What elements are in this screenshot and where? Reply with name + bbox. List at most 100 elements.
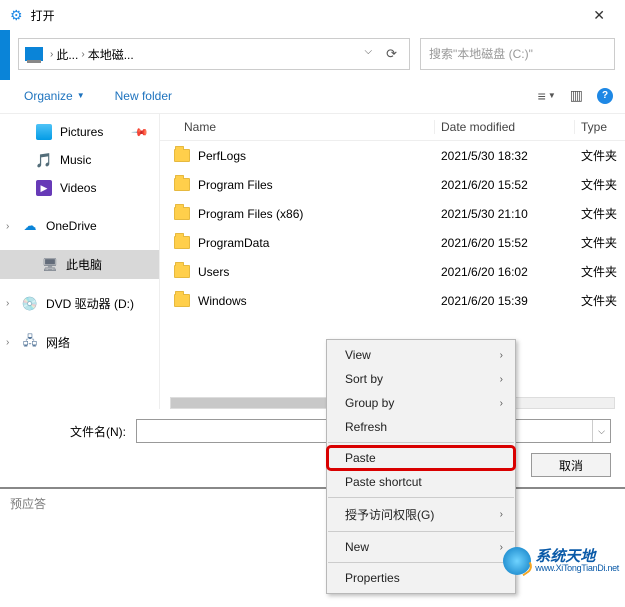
ctx-properties[interactable]: Properties xyxy=(327,566,515,590)
left-accent-strip xyxy=(0,30,10,80)
file-type: 文件夹 xyxy=(575,263,625,280)
folder-icon xyxy=(174,294,190,307)
nav-music[interactable]: 🎵 Music xyxy=(0,146,159,174)
chevron-down-icon[interactable]: ⌵ xyxy=(592,420,610,442)
nav-videos[interactable]: ▶ Videos xyxy=(0,174,159,202)
breadcrumb-current[interactable]: 本地磁... xyxy=(88,46,134,63)
chevron-right-icon[interactable]: › xyxy=(6,337,9,348)
folder-icon xyxy=(174,236,190,249)
ctx-view[interactable]: View› xyxy=(327,343,515,367)
file-name: Windows xyxy=(198,294,435,308)
help-button[interactable]: ? xyxy=(597,88,613,104)
file-type: 文件夹 xyxy=(575,234,625,251)
disc-icon: 💿 xyxy=(22,296,38,312)
toolbar: Organize ▼ New folder ≡ ▼ ▥ ? xyxy=(0,78,625,114)
close-button[interactable]: ✕ xyxy=(583,3,615,28)
ctx-sortby[interactable]: Sort by› xyxy=(327,367,515,391)
chevron-right-icon[interactable]: › xyxy=(6,221,9,232)
file-type: 文件夹 xyxy=(575,292,625,309)
preview-pane-button[interactable]: ▥ xyxy=(570,87,583,104)
address-bar-row: › 此... › 本地磁... ⌵ ⟳ xyxy=(0,30,625,78)
table-row[interactable]: PerfLogs2021/5/30 18:32文件夹 xyxy=(160,141,625,170)
cloud-icon: ☁ xyxy=(22,218,38,234)
globe-icon xyxy=(503,547,531,575)
watermark: 系统天地 www.XiTongTianDi.net xyxy=(503,547,619,575)
chevron-right-icon: › xyxy=(47,49,56,60)
breadcrumb-root[interactable]: 此... xyxy=(56,46,78,63)
pc-icon: 🖥 xyxy=(42,257,58,273)
file-name: Program Files xyxy=(198,178,435,192)
folder-icon xyxy=(174,149,190,162)
ctx-refresh[interactable]: Refresh xyxy=(327,415,515,439)
chevron-down-icon: ▼ xyxy=(77,91,85,100)
folder-icon xyxy=(174,207,190,220)
dialog-buttons: 取消 xyxy=(0,453,625,487)
refresh-icon[interactable]: ⟳ xyxy=(386,46,397,62)
nav-tree: Pictures 📌 🎵 Music ▶ Videos › ☁ OneDrive… xyxy=(0,114,160,409)
file-date: 2021/5/30 18:32 xyxy=(435,149,575,163)
file-type: 文件夹 xyxy=(575,147,625,164)
filename-row: 文件名(N): ⌵ xyxy=(0,409,625,453)
menu-separator xyxy=(328,442,514,443)
ctx-groupby[interactable]: Group by› xyxy=(327,391,515,415)
nav-label: 此电脑 xyxy=(66,256,102,273)
nav-pictures[interactable]: Pictures 📌 xyxy=(0,118,159,146)
dropdown-chevron-icon[interactable]: ⌵ xyxy=(365,46,373,62)
file-name: ProgramData xyxy=(198,236,435,250)
ctx-new[interactable]: New› xyxy=(327,535,515,559)
file-list[interactable]: PerfLogs2021/5/30 18:32文件夹Program Files2… xyxy=(160,141,625,315)
ctx-grant-access[interactable]: 授予访问权限(G)› xyxy=(327,501,515,528)
ctx-paste-shortcut[interactable]: Paste shortcut xyxy=(327,470,515,494)
organize-label: Organize xyxy=(24,89,73,103)
breadcrumb[interactable]: › 此... › 本地磁... ⌵ ⟳ xyxy=(18,38,410,70)
file-date: 2021/6/20 15:52 xyxy=(435,178,575,192)
nav-label: Pictures xyxy=(60,125,103,139)
nav-label: Music xyxy=(60,153,91,167)
main-area: Pictures 📌 🎵 Music ▶ Videos › ☁ OneDrive… xyxy=(0,114,625,409)
context-menu: View› Sort by› Group by› Refresh Paste P… xyxy=(326,339,516,594)
footer-text: 预应答 xyxy=(10,497,46,511)
folder-icon xyxy=(174,265,190,278)
column-headers[interactable]: Name Date modified Type xyxy=(160,114,625,141)
file-date: 2021/6/20 15:52 xyxy=(435,236,575,250)
chevron-right-icon[interactable]: › xyxy=(6,298,9,309)
table-row[interactable]: Users2021/6/20 16:02文件夹 xyxy=(160,257,625,286)
nav-onedrive[interactable]: › ☁ OneDrive xyxy=(0,212,159,240)
music-icon: 🎵 xyxy=(36,152,52,168)
col-date[interactable]: Date modified xyxy=(435,120,575,134)
network-icon: 🖧 xyxy=(22,335,38,351)
watermark-title: 系统天地 xyxy=(535,549,619,564)
view-list-button[interactable]: ≡ ▼ xyxy=(538,88,556,104)
table-row[interactable]: Windows2021/6/20 15:39文件夹 xyxy=(160,286,625,315)
pictures-icon xyxy=(36,124,52,140)
chevron-right-icon: › xyxy=(500,374,503,385)
nav-label: Videos xyxy=(60,181,96,195)
file-date: 2021/5/30 21:10 xyxy=(435,207,575,221)
file-name: PerfLogs xyxy=(198,149,435,163)
ctx-paste[interactable]: Paste xyxy=(327,446,515,470)
col-type[interactable]: Type xyxy=(575,120,625,134)
gear-icon: ⚙ xyxy=(10,7,23,24)
window-title: 打开 xyxy=(31,7,584,24)
table-row[interactable]: Program Files2021/6/20 15:52文件夹 xyxy=(160,170,625,199)
menu-separator xyxy=(328,562,514,563)
nav-label: DVD 驱动器 (D:) xyxy=(46,295,134,312)
table-row[interactable]: Program Files (x86)2021/5/30 21:10文件夹 xyxy=(160,199,625,228)
chevron-right-icon: › xyxy=(78,49,87,60)
nav-this-pc[interactable]: 🖥 此电脑 xyxy=(0,250,159,279)
new-folder-button[interactable]: New folder xyxy=(109,85,178,107)
col-name[interactable]: Name xyxy=(160,120,435,134)
cancel-button[interactable]: 取消 xyxy=(531,453,611,477)
table-row[interactable]: ProgramData2021/6/20 15:52文件夹 xyxy=(160,228,625,257)
organize-button[interactable]: Organize ▼ xyxy=(18,85,91,107)
filename-label: 文件名(N): xyxy=(70,423,126,440)
file-name: Users xyxy=(198,265,435,279)
search-box[interactable] xyxy=(420,38,615,70)
search-input[interactable] xyxy=(429,47,606,61)
file-type: 文件夹 xyxy=(575,176,625,193)
nav-dvd[interactable]: › 💿 DVD 驱动器 (D:) xyxy=(0,289,159,318)
chevron-right-icon: › xyxy=(500,350,503,361)
nav-network[interactable]: › 🖧 网络 xyxy=(0,328,159,357)
nav-label: OneDrive xyxy=(46,219,97,233)
menu-separator xyxy=(328,497,514,498)
